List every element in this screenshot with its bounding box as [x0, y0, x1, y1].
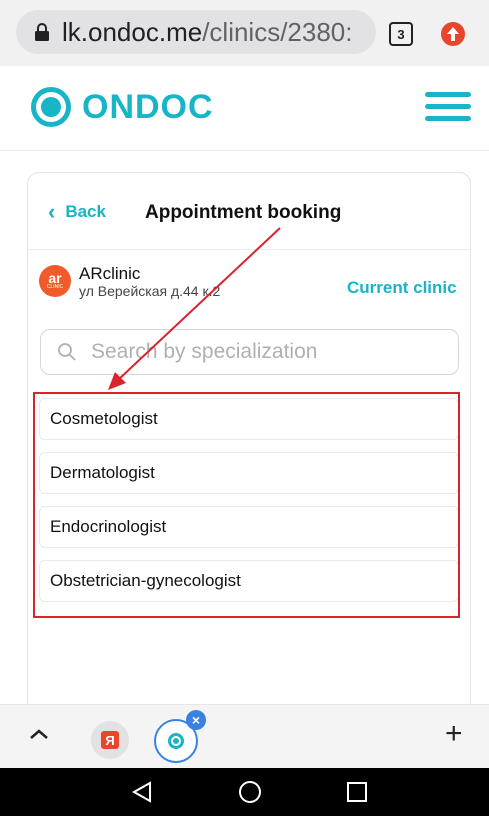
specialization-search[interactable]: [40, 329, 459, 375]
search-input[interactable]: [89, 339, 453, 365]
ondoc-tab-icon: [168, 733, 184, 749]
back-label: Back: [65, 202, 106, 221]
logo-text: ONDOC: [82, 87, 214, 126]
close-tab-icon[interactable]: ×: [186, 710, 206, 730]
clinic-avatar-text: ar: [48, 270, 62, 286]
menu-icon[interactable]: [425, 92, 471, 126]
new-tab-button[interactable]: +: [445, 719, 463, 749]
lock-icon: [35, 23, 49, 41]
list-item[interactable]: Dermatologist: [39, 452, 459, 494]
nav-home-icon[interactable]: [238, 780, 262, 804]
card-header: ‹ Back Appointment booking: [28, 173, 470, 250]
android-nav-bar: [0, 768, 489, 816]
chevron-left-icon: ‹: [48, 199, 56, 224]
yandex-tab[interactable]: Я: [91, 721, 129, 759]
list-item[interactable]: Endocrinologist: [39, 506, 459, 548]
yandex-icon: Я: [101, 731, 119, 749]
booking-card: ‹ Back Appointment booking ar CLINIC ARc…: [27, 172, 471, 732]
site-logo[interactable]: ONDOC: [30, 86, 214, 128]
logo-mark-icon: [31, 87, 71, 127]
site-header: ONDOC: [0, 66, 489, 151]
clinic-address: ул Верейская д.44 к.2: [79, 283, 221, 299]
page-title: Appointment booking: [145, 202, 342, 223]
clinic-name: ARclinic: [79, 264, 141, 283]
specialization-list: Cosmetologist Dermatologist Endocrinolog…: [39, 398, 459, 614]
browser-top-bar: lk.ondoc.me/clinics/2380: 3: [0, 0, 489, 66]
clinic-text: ARclinic ул Верейская д.44 к.2: [79, 264, 221, 300]
address-bar[interactable]: lk.ondoc.me/clinics/2380:: [16, 10, 376, 54]
url-text: lk.ondoc.me/clinics/2380:: [62, 17, 353, 48]
back-button[interactable]: ‹ Back: [48, 201, 106, 223]
list-item[interactable]: Cosmetologist: [39, 398, 459, 440]
url-host: lk.ondoc.me: [62, 16, 203, 47]
browser-bottom-toolbar: Я × +: [0, 704, 489, 769]
clinic-avatar: ar CLINIC: [39, 265, 71, 297]
clinic-info: ar CLINIC ARclinic ул Верейская д.44 к.2: [39, 265, 220, 299]
list-item[interactable]: Obstetrician-gynecologist: [39, 560, 459, 602]
tab-switcher-button[interactable]: 3: [389, 22, 413, 46]
current-clinic-link[interactable]: Current clinic: [347, 278, 457, 298]
update-icon[interactable]: [441, 22, 465, 46]
nav-back-icon[interactable]: [130, 780, 154, 804]
clinic-avatar-sub: CLINIC: [46, 284, 64, 290]
url-path: /clinics/2380:: [202, 16, 353, 47]
chevron-up-icon[interactable]: [28, 727, 50, 741]
search-icon: [58, 343, 76, 361]
nav-recents-icon[interactable]: [345, 780, 369, 804]
